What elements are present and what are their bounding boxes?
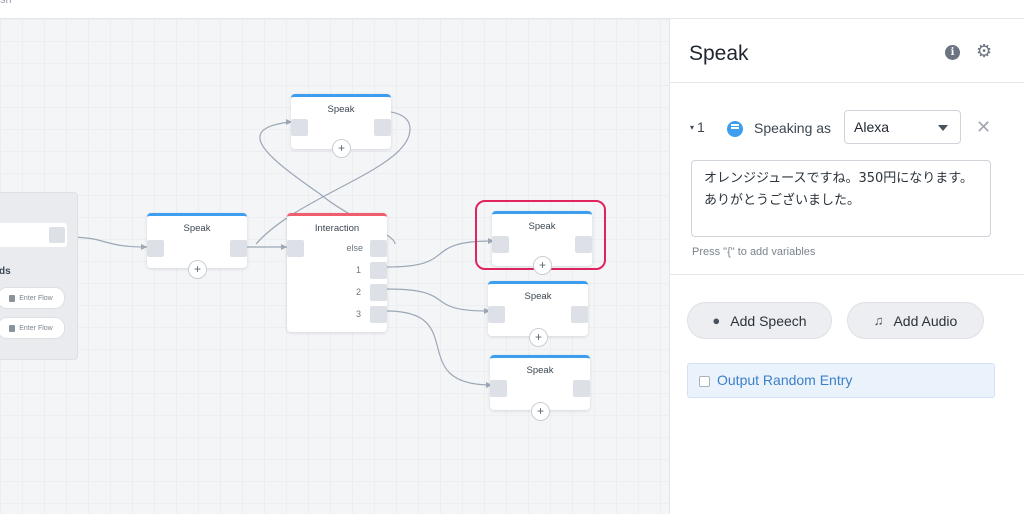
panel-title: Speak bbox=[689, 42, 749, 65]
gear-icon[interactable]: ⚙ bbox=[976, 42, 992, 60]
output-port[interactable] bbox=[573, 380, 590, 397]
speak-node-top[interactable]: Speak + bbox=[291, 94, 391, 158]
choice-2-port[interactable] bbox=[370, 284, 387, 301]
add-step-button[interactable]: + bbox=[533, 256, 552, 275]
voice-select[interactable]: Alexa bbox=[844, 110, 961, 144]
info-icon[interactable]: i bbox=[945, 45, 960, 60]
output-random-entry[interactable]: Output Random Entry bbox=[687, 363, 995, 398]
choice-label-3: 3 bbox=[355, 309, 361, 319]
speak-node-selected[interactable]: Speak + bbox=[492, 211, 592, 275]
speech-bubble-icon: ● bbox=[712, 313, 721, 328]
flow-group-block[interactable]: ds Enter Flow Enter Flow bbox=[0, 192, 78, 360]
topbar-text: sh bbox=[0, 0, 12, 6]
input-port[interactable] bbox=[147, 240, 164, 257]
input-port[interactable] bbox=[291, 119, 308, 136]
document-icon bbox=[9, 294, 16, 302]
choice-3-port[interactable] bbox=[370, 306, 387, 323]
add-speech-label: Add Speech bbox=[730, 312, 807, 329]
output-port[interactable] bbox=[230, 240, 247, 257]
interaction-node[interactable]: Interaction else 1 2 3 bbox=[287, 213, 387, 332]
node-title: Speak bbox=[183, 223, 211, 234]
chevron-down-icon bbox=[938, 125, 948, 131]
divider bbox=[670, 82, 1024, 83]
random-entry-checkbox[interactable] bbox=[699, 376, 710, 387]
close-icon[interactable]: ✕ bbox=[976, 117, 991, 138]
music-note-icon: ♫ bbox=[873, 313, 884, 328]
enter-flow-button[interactable]: Enter Flow bbox=[0, 287, 65, 309]
voice-select-value: Alexa bbox=[854, 119, 890, 135]
enter-flow-label: Enter Flow bbox=[19, 294, 53, 302]
properties-panel: Speak i ⚙ ▾ 1 Speaking as Alexa ✕ オレンジジュ… bbox=[669, 19, 1024, 514]
choice-1-port[interactable] bbox=[370, 262, 387, 279]
add-step-button[interactable]: + bbox=[531, 402, 550, 421]
entry-header: ▾ 1 bbox=[690, 119, 705, 135]
flow-canvas[interactable]: ds Enter Flow Enter Flow Speak + Speak +… bbox=[0, 19, 669, 514]
add-step-button[interactable]: + bbox=[188, 260, 207, 279]
node-title: Speak bbox=[524, 291, 552, 302]
speak-node-left[interactable]: Speak + bbox=[147, 213, 247, 279]
node-title: Speak bbox=[528, 221, 556, 232]
input-port[interactable] bbox=[490, 380, 507, 397]
input-port[interactable] bbox=[488, 306, 505, 323]
variables-hint: Press "{" to add variables bbox=[692, 246, 816, 258]
output-port[interactable] bbox=[374, 119, 391, 136]
node-title: Speak bbox=[327, 104, 355, 115]
speech-bubble-icon bbox=[727, 121, 743, 137]
output-port[interactable] bbox=[571, 306, 588, 323]
group-output-port[interactable] bbox=[49, 227, 65, 243]
document-icon bbox=[9, 324, 16, 332]
node-title: Speak bbox=[526, 365, 554, 376]
enter-flow-label: Enter Flow bbox=[19, 324, 53, 332]
output-port[interactable] bbox=[575, 236, 592, 253]
choice-label-else: else bbox=[346, 243, 363, 253]
add-audio-button[interactable]: ♫ Add Audio bbox=[847, 302, 984, 339]
choice-label-1: 1 bbox=[355, 265, 361, 275]
add-audio-label: Add Audio bbox=[893, 312, 958, 329]
input-port[interactable] bbox=[492, 236, 509, 253]
add-speech-button[interactable]: ● Add Speech bbox=[687, 302, 832, 339]
else-port[interactable] bbox=[370, 240, 387, 257]
speak-node-mid[interactable]: Speak + bbox=[488, 281, 588, 347]
add-step-button[interactable]: + bbox=[529, 328, 548, 347]
random-entry-label: Output Random Entry bbox=[717, 372, 853, 388]
speech-text-input[interactable]: オレンジジュースですね。350円になります。ありがとうございました。 bbox=[691, 160, 991, 237]
enter-flow-button[interactable]: Enter Flow bbox=[0, 317, 65, 339]
speaking-as-label: Speaking as bbox=[754, 120, 832, 136]
node-title: Interaction bbox=[314, 223, 360, 234]
add-step-button[interactable]: + bbox=[332, 139, 351, 158]
input-port[interactable] bbox=[287, 240, 304, 257]
collapse-icon[interactable]: ▾ bbox=[690, 123, 694, 132]
group-label: ds bbox=[0, 266, 11, 277]
divider bbox=[670, 274, 1024, 275]
choice-label-2: 2 bbox=[355, 287, 361, 297]
speak-node-bottom[interactable]: Speak + bbox=[490, 355, 590, 421]
entry-index: 1 bbox=[697, 119, 705, 135]
top-bar: sh bbox=[0, 0, 1024, 19]
